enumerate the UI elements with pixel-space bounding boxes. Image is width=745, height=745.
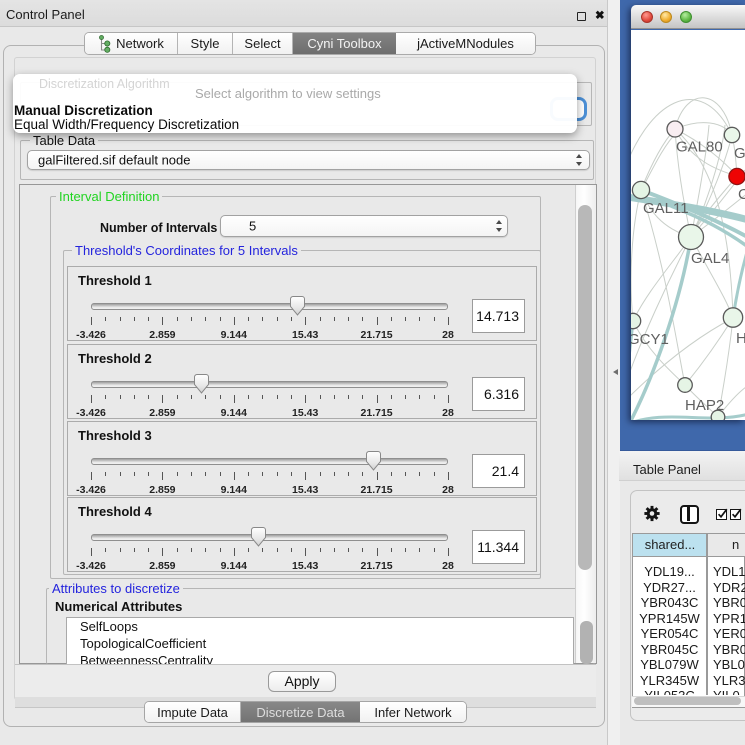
svg-text:HAP2: HAP2 [685, 397, 724, 414]
svg-text:GCY1: GCY1 [631, 331, 669, 348]
svg-text:GAL80: GAL80 [676, 139, 723, 156]
svg-text:GAL4: GAL4 [691, 250, 729, 267]
svg-text:GAL11: GAL11 [643, 200, 689, 217]
svg-text:GA: GA [734, 145, 745, 162]
svg-text:H: H [736, 330, 745, 347]
svg-text:C: C [738, 186, 745, 203]
